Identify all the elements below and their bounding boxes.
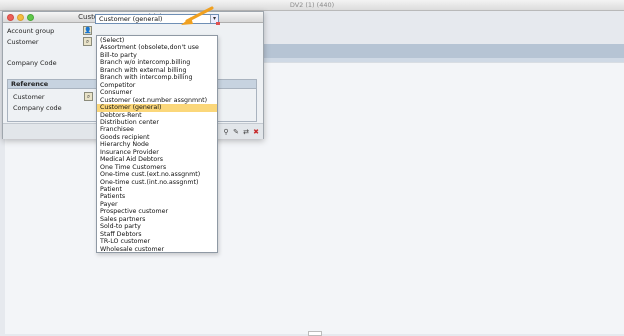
annotation-arrow-icon bbox=[181, 6, 214, 25]
reference-customer-label: Customer bbox=[13, 93, 45, 101]
dropdown-option[interactable]: Distribution center bbox=[97, 119, 217, 127]
dropdown-option[interactable]: Bill-to party bbox=[97, 52, 217, 60]
dropdown-option[interactable]: Medical Aid Debtors bbox=[97, 156, 217, 164]
company-code-label: Company Code bbox=[7, 59, 57, 67]
reference-customer-search-help-icon[interactable]: ⌕ bbox=[84, 92, 93, 101]
find-icon[interactable]: ⚲ bbox=[222, 128, 230, 136]
required-marker bbox=[216, 22, 220, 25]
dropdown-option[interactable]: Goods recipient bbox=[97, 134, 217, 142]
dropdown-option[interactable]: One-time cust.(int.no.assgnmt) bbox=[97, 179, 217, 187]
dropdown-option[interactable]: Consumer bbox=[97, 89, 217, 97]
minimize-window-button[interactable] bbox=[17, 14, 24, 21]
dropdown-option[interactable]: Franchisee bbox=[97, 126, 217, 134]
dropdown-option[interactable]: Assortment (obsolete,don't use bbox=[97, 44, 217, 52]
cancel-icon[interactable]: ✖ bbox=[252, 128, 260, 136]
reference-company-code-label: Company code bbox=[13, 104, 62, 112]
dropdown-option[interactable]: Branch w/o intercomp.billing bbox=[97, 59, 217, 67]
dropdown-option[interactable]: Staff Debtors bbox=[97, 231, 217, 239]
zoom-window-button[interactable] bbox=[27, 14, 34, 21]
account-group-dropdown-list: (Select) Assortment (obsolete,don't use Bi… bbox=[96, 35, 218, 253]
dropdown-option[interactable]: Competitor bbox=[97, 82, 217, 90]
status-indicator bbox=[308, 331, 322, 336]
dropdown-option[interactable]: Prospective customer bbox=[97, 208, 217, 216]
dropdown-option[interactable]: Payer bbox=[97, 201, 217, 209]
account-group-search-help-icon[interactable]: 👤 bbox=[83, 26, 92, 35]
dropdown-option[interactable]: Wholesale customer bbox=[97, 246, 217, 254]
close-window-button[interactable] bbox=[7, 14, 14, 21]
dropdown-option[interactable]: Patients bbox=[97, 193, 217, 201]
transfer-icon[interactable]: ⇄ bbox=[242, 128, 250, 136]
customer-label: Customer bbox=[7, 38, 39, 46]
main-toolbar-band bbox=[253, 44, 624, 58]
reference-title: Reference bbox=[11, 80, 49, 88]
dropdown-option[interactable]: One-time cust.(ext.no.assgnmt) bbox=[97, 171, 217, 179]
main-window-title: DV2 (1) (440) bbox=[289, 1, 335, 9]
dropdown-option[interactable]: Customer (ext.number assgnmnt) bbox=[97, 97, 217, 105]
dropdown-option[interactable]: TR-LO customer bbox=[97, 238, 217, 246]
dropdown-option[interactable]: Sales partners bbox=[97, 216, 217, 224]
dropdown-option[interactable]: One Time Customers bbox=[97, 164, 217, 172]
account-group-label: Account group bbox=[7, 27, 55, 35]
edit-icon[interactable]: ✎ bbox=[232, 128, 240, 136]
dropdown-option[interactable]: Hierarchy Node bbox=[97, 141, 217, 149]
dropdown-option[interactable]: Branch with external billing bbox=[97, 67, 217, 75]
customer-search-help-icon[interactable]: ⌕ bbox=[83, 37, 92, 46]
dropdown-option[interactable]: Customer (general) bbox=[97, 104, 217, 112]
account-group-select-value: Customer (general) bbox=[99, 15, 163, 23]
